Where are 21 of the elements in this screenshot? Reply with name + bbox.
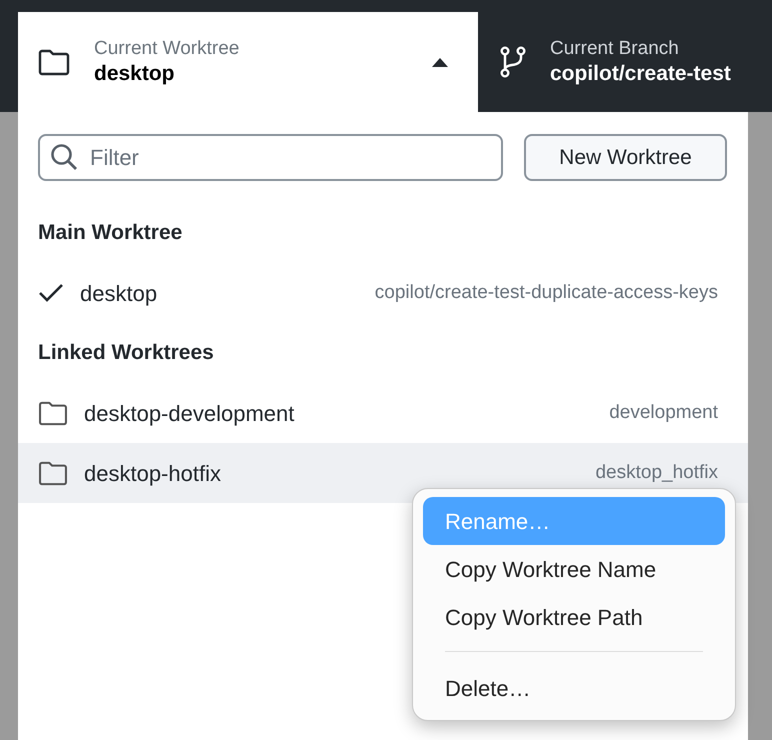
filter-field[interactable]: Filter [38,134,503,181]
menu-item[interactable]: Copy Worktree Path [423,593,725,641]
folder-icon [38,48,70,76]
branch-name: desktop_hotfix [595,460,718,485]
worktree-name: desktop-development [84,400,294,428]
menu-item[interactable]: Copy Worktree Name [423,545,725,593]
worktree-dropdown[interactable]: Current Worktree desktop [18,12,478,112]
worktree-name: desktop-hotfix [84,460,221,488]
worktree-row[interactable]: desktop-development development [18,383,748,443]
folder-icon [38,460,68,486]
branch-name: development [609,400,718,425]
worktree-row[interactable]: desktop copilot/create-test-duplicate-access-keys [18,263,748,323]
check-icon [38,283,64,303]
section-heading: Main Worktree [38,220,182,246]
branch-icon [500,46,526,78]
branch-name: copilot/create-test-duplicate-access-keys [374,280,718,305]
folder-icon [38,400,68,426]
worktree-name: desktop [80,280,158,308]
section-heading: Linked Worktrees [38,340,214,366]
menu-item[interactable]: Delete… [423,664,725,712]
new-worktree-button[interactable]: New Worktree [524,134,727,181]
